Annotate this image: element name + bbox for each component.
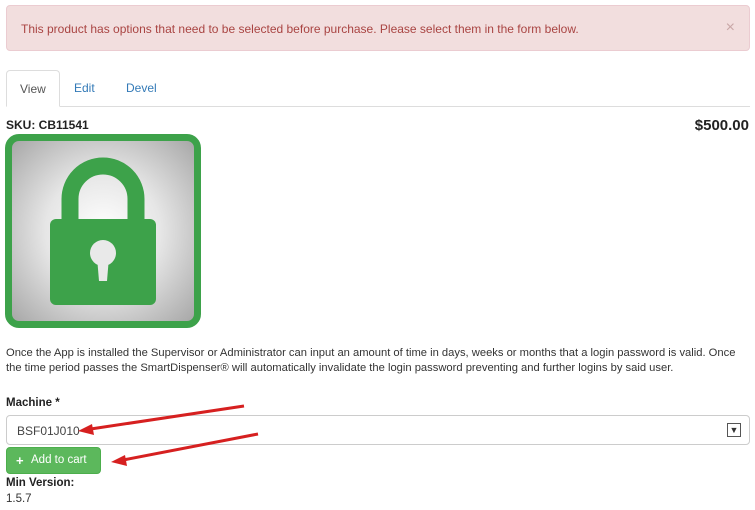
chevron-down-icon[interactable]: ▼ bbox=[727, 423, 741, 437]
tab-edit[interactable]: Edit bbox=[61, 70, 108, 106]
alert-message: This product has options that need to be… bbox=[21, 22, 579, 36]
machine-select[interactable]: BSF01J010 ▼ bbox=[6, 415, 750, 445]
product-price: $500.00 bbox=[694, 117, 749, 134]
product-description: Once the App is installed the Supervisor… bbox=[6, 347, 736, 374]
annotation-arrowhead-cart bbox=[111, 455, 127, 466]
add-to-cart-label: Add to cart bbox=[31, 454, 87, 466]
alert-close-icon[interactable]: × bbox=[726, 19, 735, 37]
lock-icon bbox=[50, 157, 156, 305]
machine-label: Machine * bbox=[6, 397, 60, 409]
add-to-cart-button[interactable]: + Add to cart bbox=[6, 447, 101, 474]
min-version-label: Min Version: bbox=[6, 477, 75, 489]
alert-banner: This product has options that need to be… bbox=[6, 5, 750, 51]
tab-view[interactable]: View bbox=[6, 70, 60, 107]
min-version-value: 1.5.7 bbox=[6, 493, 32, 505]
machine-select-value: BSF01J010 bbox=[17, 424, 80, 438]
tab-bar: View Edit Devel bbox=[6, 70, 750, 107]
tab-devel[interactable]: Devel bbox=[113, 70, 170, 106]
product-image bbox=[5, 134, 201, 328]
plus-icon: + bbox=[16, 453, 24, 468]
product-sku: SKU: CB11541 bbox=[6, 118, 89, 132]
